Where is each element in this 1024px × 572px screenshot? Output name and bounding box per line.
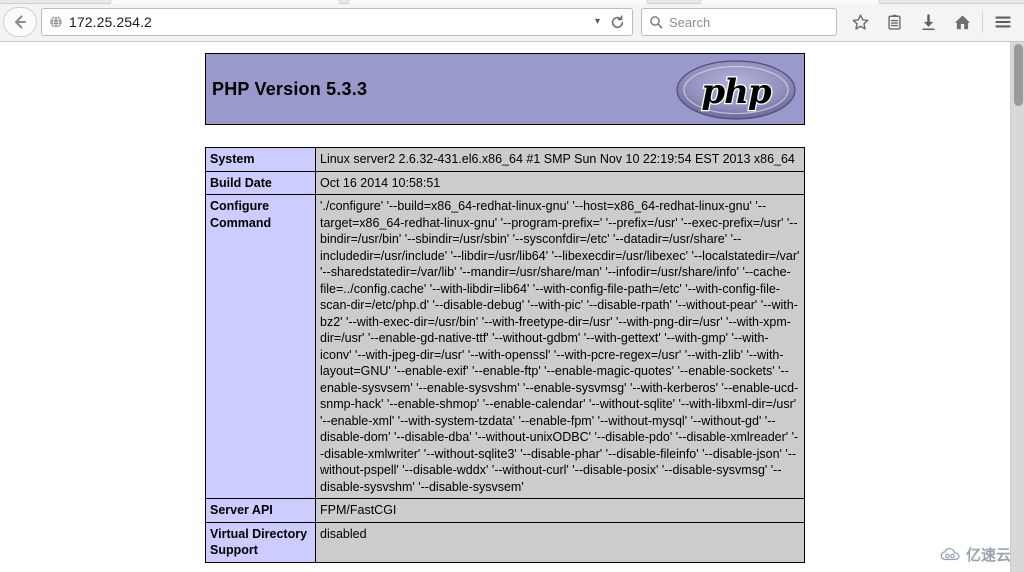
back-arrow-icon — [14, 15, 27, 29]
page-title: PHP Version 5.3.3 — [212, 78, 368, 99]
table-row: Virtual Directory Support disabled — [205, 521, 805, 563]
phpinfo-page: PHP Version 5.3.3 php System Linux serve… — [0, 42, 1010, 563]
row-label: Virtual Directory Support — [205, 521, 316, 563]
address-bar[interactable]: 172.25.254.2 ▾ — [41, 8, 633, 36]
downloads-button[interactable] — [911, 7, 945, 37]
search-bar[interactable]: Search — [641, 8, 837, 36]
downloads-icon — [921, 13, 935, 30]
search-icon — [649, 15, 663, 29]
svg-text:php: php — [701, 72, 771, 112]
browser-toolbar-buttons — [843, 7, 1020, 37]
home-button[interactable] — [945, 7, 979, 37]
toolbar-divider — [982, 11, 983, 33]
chevron-down-icon[interactable]: ▾ — [589, 17, 606, 27]
browser-chrome: 172.25.254.2 ▾ Search — [0, 0, 1024, 42]
reading-list-icon — [887, 14, 901, 30]
row-label: Build Date — [205, 170, 316, 195]
table-row: Configure Command './configure' '--build… — [205, 194, 805, 499]
url-text: 172.25.254.2 — [69, 14, 152, 30]
globe-icon — [49, 15, 63, 29]
reload-icon — [611, 14, 623, 28]
back-button[interactable] — [3, 7, 37, 37]
phpinfo-table: System Linux server2 2.6.32-431.el6.x86_… — [205, 147, 805, 563]
menu-button[interactable] — [986, 7, 1020, 37]
row-value: Linux server2 2.6.32-431.el6.x86_64 #1 S… — [315, 147, 805, 172]
home-icon — [954, 14, 970, 29]
page-viewport: PHP Version 5.3.3 php System Linux serve… — [0, 42, 1010, 572]
table-row: System Linux server2 2.6.32-431.el6.x86_… — [205, 147, 805, 172]
browser-tab[interactable] — [110, 0, 340, 4]
row-label: Configure Command — [205, 194, 316, 499]
bookmark-star-icon — [852, 13, 868, 30]
reload-button[interactable] — [606, 14, 628, 30]
row-label: System — [205, 147, 316, 172]
phpinfo-container: PHP Version 5.3.3 php System Linux serve… — [205, 53, 805, 563]
row-label: Server API — [205, 498, 316, 523]
page-scrollbar[interactable] — [1010, 42, 1024, 572]
row-value: Oct 16 2014 10:58:51 — [315, 170, 805, 195]
menu-hamburger-icon — [995, 16, 1011, 28]
search-input[interactable]: Search — [669, 15, 710, 30]
row-value: FPM/FastCGI — [315, 498, 805, 523]
tab-strip[interactable] — [0, 0, 1024, 4]
table-row: Server API FPM/FastCGI — [205, 498, 805, 523]
navigation-toolbar: 172.25.254.2 ▾ Search — [0, 5, 1024, 39]
browser-tab[interactable] — [700, 0, 880, 4]
bookmark-star-button[interactable] — [843, 7, 877, 37]
row-value: disabled — [315, 521, 805, 563]
table-row: Build Date Oct 16 2014 10:58:51 — [205, 170, 805, 195]
row-value: './configure' '--build=x86_64-redhat-lin… — [315, 194, 805, 499]
phpinfo-header-banner: PHP Version 5.3.3 php — [205, 53, 805, 125]
reading-list-button[interactable] — [877, 7, 911, 37]
browser-tab[interactable] — [348, 0, 648, 4]
php-logo-icon: php — [676, 60, 796, 120]
page-scrollbar-thumb[interactable] — [1014, 44, 1023, 106]
